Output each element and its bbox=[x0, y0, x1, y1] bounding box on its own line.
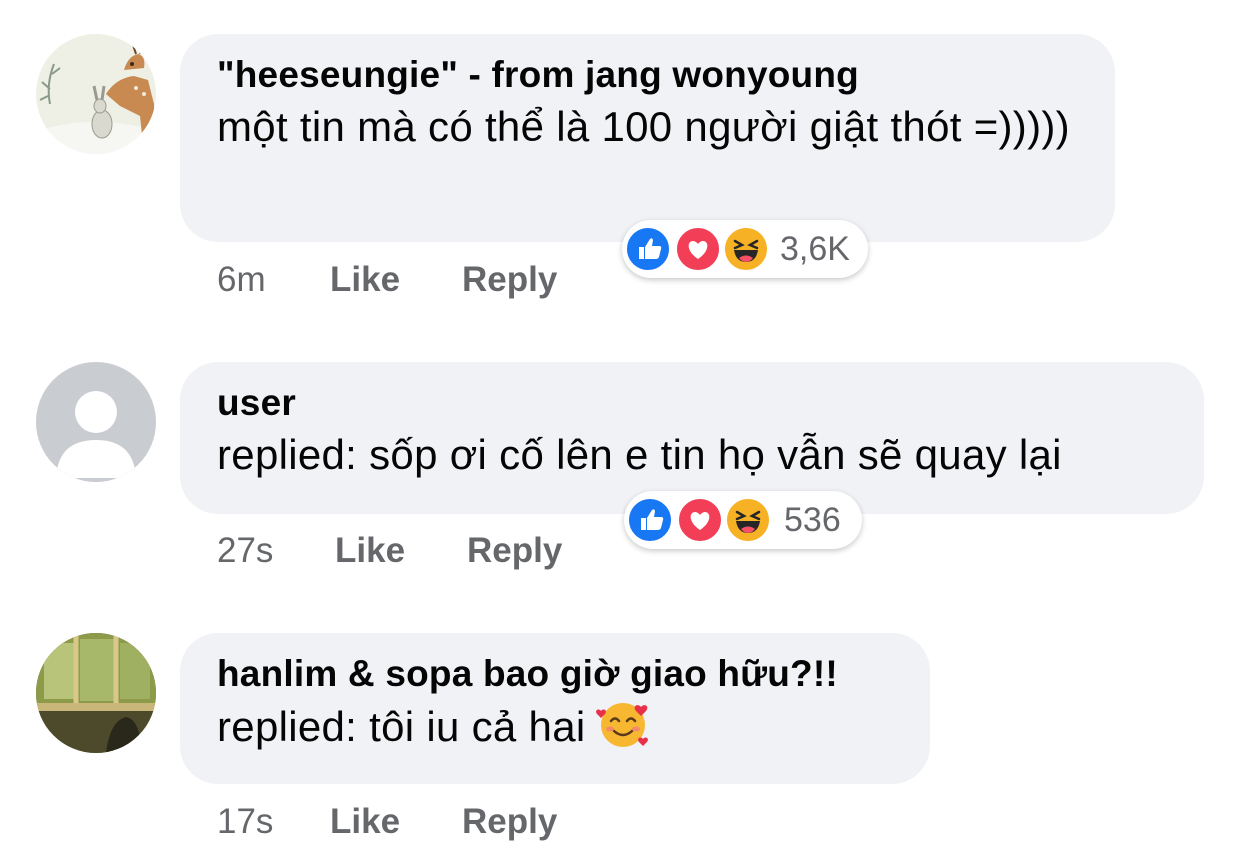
comment-timestamp[interactable]: 27s bbox=[217, 531, 273, 571]
love-icon bbox=[674, 225, 722, 273]
reaction-summary[interactable]: 536 bbox=[624, 491, 862, 549]
reply-button[interactable]: Reply bbox=[462, 260, 557, 300]
deer-rabbit-avatar-icon bbox=[36, 34, 156, 154]
comment-author[interactable]: "heeseungie" - from jang wonyoung bbox=[217, 52, 1079, 98]
reaction-count: 536 bbox=[784, 501, 841, 539]
like-button[interactable]: Like bbox=[330, 802, 400, 842]
avatar[interactable] bbox=[36, 362, 156, 482]
like-icon bbox=[624, 225, 672, 273]
reaction-summary[interactable]: 3,6K bbox=[622, 220, 868, 278]
comment-author[interactable]: user bbox=[217, 380, 1168, 426]
avatar[interactable] bbox=[36, 633, 156, 753]
default-user-avatar-icon bbox=[36, 362, 156, 482]
room-window-photo-icon bbox=[36, 633, 156, 753]
haha-icon bbox=[722, 225, 770, 273]
smiling-face-with-hearts-icon bbox=[595, 697, 655, 764]
comment-text: một tin mà có thể là 100 người giật thót… bbox=[217, 103, 1070, 150]
comment-text: replied: sốp ơi cố lên e tin họ vẫn sẽ q… bbox=[217, 431, 1062, 478]
reply-button[interactable]: Reply bbox=[462, 802, 557, 842]
comment-timestamp[interactable]: 6m bbox=[217, 260, 266, 300]
comment-timestamp[interactable]: 17s bbox=[217, 802, 273, 842]
comment-author[interactable]: hanlim & sopa bao giờ giao hữu?!! bbox=[217, 651, 894, 697]
like-button[interactable]: Like bbox=[335, 531, 405, 571]
haha-icon bbox=[724, 496, 772, 544]
comment-bubble[interactable]: "heeseungie" - from jang wonyoung một ti… bbox=[180, 34, 1115, 242]
comment-text: replied: tôi iu cả hai bbox=[217, 703, 586, 750]
avatar[interactable] bbox=[36, 34, 156, 154]
comment-bubble[interactable]: hanlim & sopa bao giờ giao hữu?!! replie… bbox=[180, 633, 930, 784]
reply-button[interactable]: Reply bbox=[467, 531, 562, 571]
love-icon bbox=[676, 496, 724, 544]
like-icon bbox=[626, 496, 674, 544]
reaction-count: 3,6K bbox=[780, 230, 850, 268]
like-button[interactable]: Like bbox=[330, 260, 400, 300]
comment-text-row: replied: tôi iu cả hai bbox=[217, 697, 894, 764]
